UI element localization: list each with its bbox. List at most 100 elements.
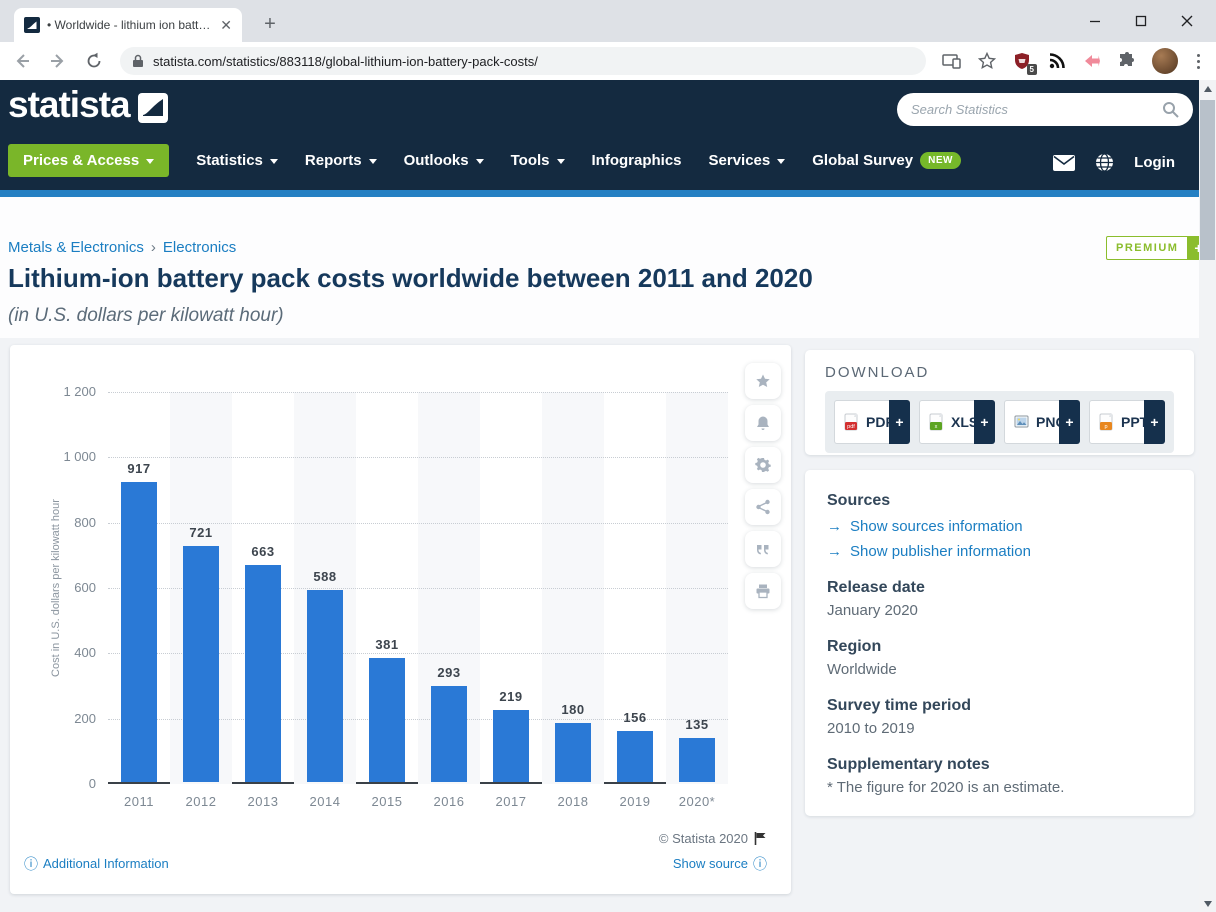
share-button[interactable] (745, 489, 781, 525)
search-icon[interactable] (1162, 101, 1179, 118)
download-pdf-button[interactable]: pdfPDF+ (834, 400, 910, 444)
favorite-star-button[interactable] (745, 363, 781, 399)
field-survey-time-period: Survey time period2010 to 2019 (827, 697, 1172, 737)
bookmark-star-icon[interactable] (977, 51, 997, 71)
nav-item-statistics[interactable]: Statistics (196, 152, 278, 169)
forward-icon[interactable] (48, 51, 68, 71)
bar-2020[interactable] (679, 738, 715, 782)
breadcrumb-item[interactable]: Electronics (163, 239, 236, 256)
alert-bell-icon (755, 415, 771, 431)
globe-icon[interactable] (1095, 153, 1114, 172)
premium-badge[interactable]: PREMIUM + (1106, 236, 1210, 260)
download-plus-icon: + (1059, 400, 1080, 444)
nav-item-prices-access[interactable]: Prices & Access (8, 144, 169, 177)
statista-logo-mark (138, 93, 168, 123)
download-xls-button[interactable]: xXLS+ (919, 400, 995, 444)
source-links: →Show sources information → Show publisher… (827, 518, 1172, 560)
bar-2018[interactable] (555, 723, 591, 782)
browser-menu-icon[interactable] (1193, 54, 1204, 69)
email-icon[interactable] (1053, 155, 1075, 171)
bar-2016[interactable] (431, 686, 467, 782)
field-label: Supplementary notes (827, 756, 1172, 774)
premium-label: PREMIUM (1107, 242, 1187, 254)
bar-2013[interactable] (245, 565, 281, 782)
download-plus-icon: + (974, 400, 995, 444)
bar-value-label: 381 (356, 637, 418, 652)
share-icon (755, 499, 771, 515)
statista-logo-text: statista (8, 86, 130, 123)
bar-value-label: 721 (170, 525, 232, 540)
login-link[interactable]: Login (1134, 154, 1175, 171)
sources-heading: Sources (827, 492, 1172, 510)
search-input[interactable] (911, 102, 1162, 117)
search-box[interactable] (897, 93, 1193, 126)
flag-icon[interactable] (754, 832, 767, 845)
source-link-0[interactable]: →Show sources information (827, 518, 1172, 535)
back-icon[interactable] (12, 51, 32, 71)
svg-text:x: x (935, 424, 938, 430)
nav-item-reports[interactable]: Reports (305, 152, 377, 169)
bar-2015[interactable] (369, 658, 405, 782)
chart-gridline (108, 392, 728, 393)
tab-close-icon[interactable]: ✕ (220, 18, 232, 32)
scroll-down-icon[interactable] (1199, 895, 1216, 912)
cite-quote-button[interactable] (745, 531, 781, 567)
maximize-button[interactable] (1118, 0, 1164, 42)
source-link-1[interactable]: → Show publisher information (827, 543, 1172, 560)
minimize-button[interactable] (1072, 0, 1118, 42)
downloadhelper-extension-icon[interactable] (1082, 51, 1102, 71)
browser-tab[interactable]: • Worldwide - lithium ion battery ✕ (14, 8, 242, 42)
y-axis-tick-label: 400 (34, 645, 96, 660)
x-axis-tick-label: 2015 (356, 794, 418, 809)
field-value: Worldwide (827, 661, 1172, 678)
settings-gear-button[interactable] (745, 447, 781, 483)
profile-avatar[interactable] (1152, 48, 1178, 74)
rss-extension-icon[interactable] (1047, 51, 1067, 71)
field-value: January 2020 (827, 602, 1172, 619)
download-panel: DOWNLOAD pdfPDF+xXLS+PNG+pPPT+ (805, 350, 1194, 455)
arrow-right-icon: → (827, 543, 842, 560)
lock-icon (132, 54, 144, 68)
xls-file-icon: x (928, 413, 945, 431)
statista-logo[interactable]: statista (8, 86, 168, 123)
new-tab-button[interactable]: + (258, 13, 282, 37)
close-button[interactable] (1164, 0, 1210, 42)
show-source-link[interactable]: Show sourceⓘ (673, 856, 767, 871)
chevron-down-icon (777, 159, 785, 164)
nav-item-infographics[interactable]: Infographics (592, 152, 682, 169)
bar-2011[interactable] (121, 482, 157, 782)
scroll-up-icon[interactable] (1199, 80, 1216, 97)
reload-icon[interactable] (84, 51, 104, 71)
x-axis-tick-label: 2013 (232, 794, 294, 809)
download-ppt-button[interactable]: pPPT+ (1089, 400, 1165, 444)
nav-item-global-survey[interactable]: Global SurveyNEW (812, 152, 961, 169)
page-scrollbar[interactable] (1199, 80, 1216, 912)
nav-label: Global Survey (812, 152, 913, 169)
print-button[interactable] (745, 573, 781, 609)
bar-2019[interactable] (617, 731, 653, 782)
y-axis-tick-label: 0 (34, 776, 96, 791)
extensions-puzzle-icon[interactable] (1117, 51, 1137, 71)
bar-2014[interactable] (307, 590, 343, 782)
nav-item-tools[interactable]: Tools (511, 152, 565, 169)
source-link-label: Show publisher information (850, 543, 1031, 560)
nav-item-services[interactable]: Services (709, 152, 786, 169)
additional-information-link[interactable]: ⓘAdditional Information (24, 856, 169, 871)
breadcrumb: Metals & Electronics›Electronics (8, 239, 236, 256)
breadcrumb-item[interactable]: Metals & Electronics (8, 239, 144, 256)
bar-2012[interactable] (183, 546, 219, 782)
bar-value-label: 219 (480, 689, 542, 704)
bar-value-label: 588 (294, 569, 356, 584)
scrollbar-thumb[interactable] (1200, 100, 1215, 260)
nav-item-outlooks[interactable]: Outlooks (404, 152, 484, 169)
bar-value-label: 135 (666, 717, 728, 732)
chart-card: Cost in U.S. dollars per kilowatt hour 0… (10, 345, 791, 894)
adblock-extension-icon[interactable]: 5 (1012, 51, 1032, 71)
devices-icon[interactable] (942, 51, 962, 71)
alert-bell-button[interactable] (745, 405, 781, 441)
chevron-down-icon (369, 159, 377, 164)
print-icon (755, 583, 771, 599)
bar-2017[interactable] (493, 710, 529, 782)
url-bar[interactable]: statista.com/statistics/883118/global-li… (120, 47, 926, 75)
download-png-button[interactable]: PNG+ (1004, 400, 1080, 444)
